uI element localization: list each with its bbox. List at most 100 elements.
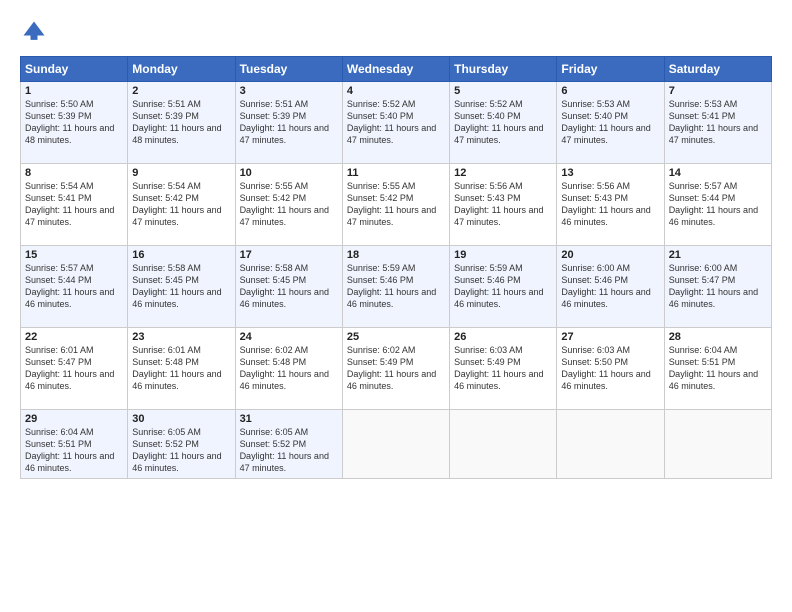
day-number: 30: [132, 413, 230, 425]
day-number: 18: [347, 249, 445, 261]
day-info: Sunrise: 5:52 AMSunset: 5:40 PMDaylight:…: [454, 99, 543, 145]
day-number: 15: [25, 249, 123, 261]
calendar-cell: 27 Sunrise: 6:03 AMSunset: 5:50 PMDaylig…: [557, 328, 664, 410]
week-row-2: 8 Sunrise: 5:54 AMSunset: 5:41 PMDayligh…: [21, 164, 772, 246]
day-number: 14: [669, 167, 767, 179]
day-info: Sunrise: 5:54 AMSunset: 5:41 PMDaylight:…: [25, 181, 114, 227]
day-info: Sunrise: 6:05 AMSunset: 5:52 PMDaylight:…: [132, 427, 221, 473]
day-number: 31: [240, 413, 338, 425]
day-info: Sunrise: 6:02 AMSunset: 5:49 PMDaylight:…: [347, 345, 436, 391]
day-number: 10: [240, 167, 338, 179]
day-number: 6: [561, 85, 659, 97]
day-info: Sunrise: 5:51 AMSunset: 5:39 PMDaylight:…: [132, 99, 221, 145]
col-header-sunday: Sunday: [21, 57, 128, 82]
day-info: Sunrise: 6:01 AMSunset: 5:47 PMDaylight:…: [25, 345, 114, 391]
day-number: 20: [561, 249, 659, 261]
day-number: 17: [240, 249, 338, 261]
calendar-cell: 28 Sunrise: 6:04 AMSunset: 5:51 PMDaylig…: [664, 328, 771, 410]
calendar-cell: 25 Sunrise: 6:02 AMSunset: 5:49 PMDaylig…: [342, 328, 449, 410]
day-info: Sunrise: 5:58 AMSunset: 5:45 PMDaylight:…: [240, 263, 329, 309]
week-row-5: 29 Sunrise: 6:04 AMSunset: 5:51 PMDaylig…: [21, 410, 772, 479]
calendar-cell: 30 Sunrise: 6:05 AMSunset: 5:52 PMDaylig…: [128, 410, 235, 479]
day-number: 28: [669, 331, 767, 343]
calendar-cell: 31 Sunrise: 6:05 AMSunset: 5:52 PMDaylig…: [235, 410, 342, 479]
logo: [20, 18, 52, 46]
day-info: Sunrise: 5:57 AMSunset: 5:44 PMDaylight:…: [669, 181, 758, 227]
day-info: Sunrise: 6:00 AMSunset: 5:47 PMDaylight:…: [669, 263, 758, 309]
day-number: 23: [132, 331, 230, 343]
calendar-table: SundayMondayTuesdayWednesdayThursdayFrid…: [20, 56, 772, 479]
day-info: Sunrise: 5:54 AMSunset: 5:42 PMDaylight:…: [132, 181, 221, 227]
day-info: Sunrise: 6:01 AMSunset: 5:48 PMDaylight:…: [132, 345, 221, 391]
day-info: Sunrise: 5:55 AMSunset: 5:42 PMDaylight:…: [347, 181, 436, 227]
calendar-cell: 3 Sunrise: 5:51 AMSunset: 5:39 PMDayligh…: [235, 82, 342, 164]
day-number: 2: [132, 85, 230, 97]
col-header-friday: Friday: [557, 57, 664, 82]
calendar-cell: 24 Sunrise: 6:02 AMSunset: 5:48 PMDaylig…: [235, 328, 342, 410]
calendar-cell: 18 Sunrise: 5:59 AMSunset: 5:46 PMDaylig…: [342, 246, 449, 328]
day-number: 19: [454, 249, 552, 261]
day-number: 5: [454, 85, 552, 97]
calendar-cell: 9 Sunrise: 5:54 AMSunset: 5:42 PMDayligh…: [128, 164, 235, 246]
day-number: 3: [240, 85, 338, 97]
day-number: 7: [669, 85, 767, 97]
calendar-cell: 5 Sunrise: 5:52 AMSunset: 5:40 PMDayligh…: [450, 82, 557, 164]
day-info: Sunrise: 5:56 AMSunset: 5:43 PMDaylight:…: [561, 181, 650, 227]
calendar-cell: 15 Sunrise: 5:57 AMSunset: 5:44 PMDaylig…: [21, 246, 128, 328]
col-header-wednesday: Wednesday: [342, 57, 449, 82]
day-info: Sunrise: 6:05 AMSunset: 5:52 PMDaylight:…: [240, 427, 329, 473]
calendar-cell: [342, 410, 449, 479]
calendar-cell: 6 Sunrise: 5:53 AMSunset: 5:40 PMDayligh…: [557, 82, 664, 164]
calendar-cell: 2 Sunrise: 5:51 AMSunset: 5:39 PMDayligh…: [128, 82, 235, 164]
col-header-saturday: Saturday: [664, 57, 771, 82]
day-number: 22: [25, 331, 123, 343]
calendar-cell: [450, 410, 557, 479]
day-info: Sunrise: 5:55 AMSunset: 5:42 PMDaylight:…: [240, 181, 329, 227]
col-header-monday: Monday: [128, 57, 235, 82]
day-info: Sunrise: 6:03 AMSunset: 5:50 PMDaylight:…: [561, 345, 650, 391]
calendar-cell: 22 Sunrise: 6:01 AMSunset: 5:47 PMDaylig…: [21, 328, 128, 410]
calendar-cell: 12 Sunrise: 5:56 AMSunset: 5:43 PMDaylig…: [450, 164, 557, 246]
week-row-3: 15 Sunrise: 5:57 AMSunset: 5:44 PMDaylig…: [21, 246, 772, 328]
calendar-cell: [557, 410, 664, 479]
day-number: 8: [25, 167, 123, 179]
calendar-cell: 11 Sunrise: 5:55 AMSunset: 5:42 PMDaylig…: [342, 164, 449, 246]
calendar-cell: 19 Sunrise: 5:59 AMSunset: 5:46 PMDaylig…: [450, 246, 557, 328]
day-number: 9: [132, 167, 230, 179]
day-number: 21: [669, 249, 767, 261]
day-info: Sunrise: 6:03 AMSunset: 5:49 PMDaylight:…: [454, 345, 543, 391]
calendar-cell: [664, 410, 771, 479]
day-info: Sunrise: 5:57 AMSunset: 5:44 PMDaylight:…: [25, 263, 114, 309]
day-info: Sunrise: 6:04 AMSunset: 5:51 PMDaylight:…: [669, 345, 758, 391]
day-number: 24: [240, 331, 338, 343]
day-number: 27: [561, 331, 659, 343]
col-header-tuesday: Tuesday: [235, 57, 342, 82]
calendar-cell: 13 Sunrise: 5:56 AMSunset: 5:43 PMDaylig…: [557, 164, 664, 246]
logo-icon: [20, 18, 48, 46]
calendar-cell: 14 Sunrise: 5:57 AMSunset: 5:44 PMDaylig…: [664, 164, 771, 246]
day-info: Sunrise: 6:00 AMSunset: 5:46 PMDaylight:…: [561, 263, 650, 309]
day-info: Sunrise: 5:53 AMSunset: 5:41 PMDaylight:…: [669, 99, 758, 145]
day-number: 1: [25, 85, 123, 97]
day-info: Sunrise: 5:56 AMSunset: 5:43 PMDaylight:…: [454, 181, 543, 227]
day-number: 16: [132, 249, 230, 261]
week-row-4: 22 Sunrise: 6:01 AMSunset: 5:47 PMDaylig…: [21, 328, 772, 410]
day-info: Sunrise: 5:59 AMSunset: 5:46 PMDaylight:…: [347, 263, 436, 309]
day-info: Sunrise: 6:02 AMSunset: 5:48 PMDaylight:…: [240, 345, 329, 391]
calendar-cell: 23 Sunrise: 6:01 AMSunset: 5:48 PMDaylig…: [128, 328, 235, 410]
day-info: Sunrise: 5:52 AMSunset: 5:40 PMDaylight:…: [347, 99, 436, 145]
calendar-cell: 1 Sunrise: 5:50 AMSunset: 5:39 PMDayligh…: [21, 82, 128, 164]
day-number: 11: [347, 167, 445, 179]
day-number: 26: [454, 331, 552, 343]
week-row-1: 1 Sunrise: 5:50 AMSunset: 5:39 PMDayligh…: [21, 82, 772, 164]
day-number: 12: [454, 167, 552, 179]
day-info: Sunrise: 5:58 AMSunset: 5:45 PMDaylight:…: [132, 263, 221, 309]
day-info: Sunrise: 6:04 AMSunset: 5:51 PMDaylight:…: [25, 427, 114, 473]
calendar-cell: 29 Sunrise: 6:04 AMSunset: 5:51 PMDaylig…: [21, 410, 128, 479]
calendar-cell: 8 Sunrise: 5:54 AMSunset: 5:41 PMDayligh…: [21, 164, 128, 246]
day-info: Sunrise: 5:59 AMSunset: 5:46 PMDaylight:…: [454, 263, 543, 309]
day-info: Sunrise: 5:51 AMSunset: 5:39 PMDaylight:…: [240, 99, 329, 145]
calendar-cell: 17 Sunrise: 5:58 AMSunset: 5:45 PMDaylig…: [235, 246, 342, 328]
day-number: 25: [347, 331, 445, 343]
col-header-thursday: Thursday: [450, 57, 557, 82]
